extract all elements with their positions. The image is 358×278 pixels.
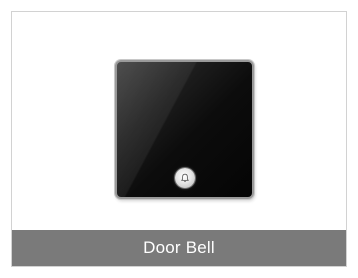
product-name: Door Bell bbox=[143, 238, 215, 257]
bell-icon bbox=[181, 173, 189, 183]
door-bell-button[interactable] bbox=[175, 168, 195, 188]
product-card[interactable]: Door Bell bbox=[11, 11, 347, 267]
door-bell-device-image bbox=[115, 60, 254, 199]
caption-bar: Door Bell bbox=[12, 230, 346, 266]
